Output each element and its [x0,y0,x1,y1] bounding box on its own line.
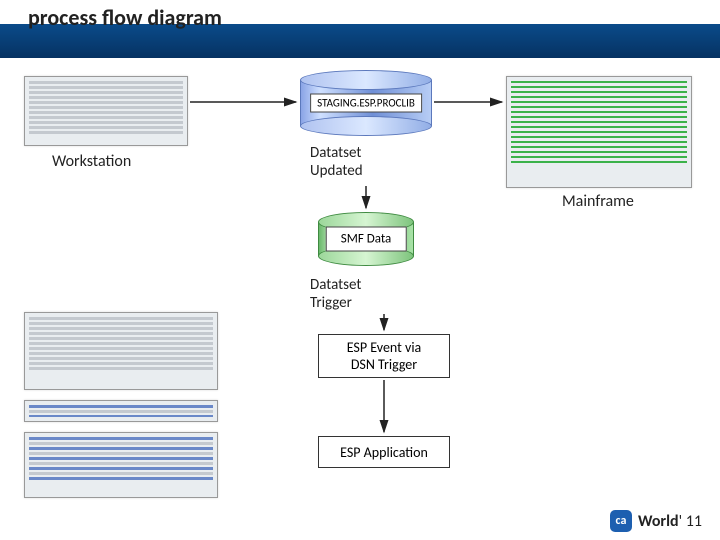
procdef-screenshot [24,400,218,422]
slide-title: process flow diagram [28,4,222,31]
diagram-stage: Workstation Mainframe STAGING.ESP.PROCLI… [0,58,720,540]
smf-cylinder: SMF Data [318,212,414,266]
staging-cylinder-label: STAGING.ESP.PROCLIB [310,94,422,113]
workstation-screenshot [24,76,188,146]
staging-cylinder: STAGING.ESP.PROCLIB [300,70,432,136]
esp-app-box: ESP Application [318,436,450,468]
dataset-trigger-label: Datatset Trigger [310,276,361,312]
logo-text: World' 11 [638,512,702,531]
footer-logo: ca World' 11 [610,510,702,532]
smf-cylinder-label: SMF Data [326,227,407,252]
ca-badge-icon: ca [610,510,632,532]
event-def-screenshot [24,312,218,390]
dataset-updated-label: Datatset Updated [310,144,363,180]
mainframe-label: Mainframe [562,192,634,211]
workstation-label: Workstation [52,152,131,171]
esp-event-box: ESP Event via DSN Trigger [318,334,450,378]
mainframe-screenshot [506,76,692,188]
jobdef-screenshot [24,432,218,498]
